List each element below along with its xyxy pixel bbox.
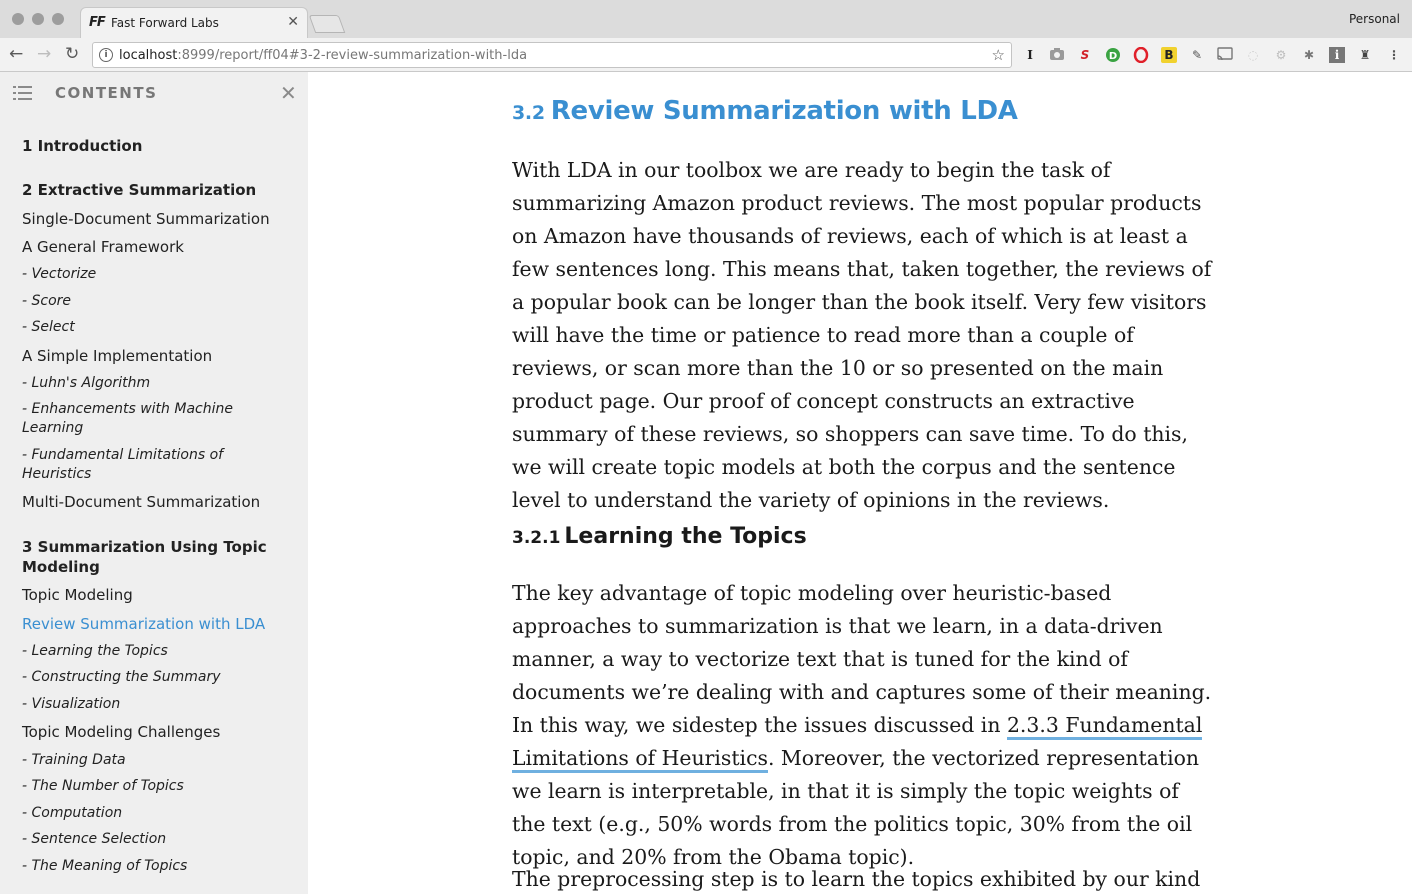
back-arrow-icon[interactable]: ← [9, 44, 23, 64]
toc-item[interactable]: - Computation [22, 804, 292, 823]
toc-item[interactable]: A Simple Implementation [22, 346, 292, 366]
toc-item[interactable]: - The Meaning of Topics [22, 857, 292, 876]
d-extension-icon[interactable]: D [1105, 47, 1121, 63]
profile-button[interactable]: Personal [1349, 12, 1400, 26]
close-icon[interactable]: ✕ [280, 81, 297, 105]
url-text[interactable]: localhost:8999/report/ff04#3-2-review-su… [119, 48, 527, 63]
toc-item[interactable]: Topic Modeling Challenges [22, 722, 292, 742]
site-info-icon[interactable]: i [99, 48, 113, 62]
toc-item[interactable]: Single-Document Summarization [22, 209, 292, 229]
puzzle-extension-icon[interactable]: ♜ [1357, 47, 1373, 63]
toc-item[interactable]: - Visualization [22, 695, 292, 714]
toc-item[interactable]: - Training Data [22, 751, 292, 770]
tab-close-icon[interactable]: ✕ [287, 14, 299, 30]
bug-extension-icon[interactable]: ✱ [1301, 47, 1317, 63]
toc-item[interactable]: Multi-Document Summarization [22, 492, 292, 512]
paragraph: With LDA in our toolbox we are ready to … [512, 158, 1212, 512]
section-number: 3.2 [512, 102, 545, 124]
toc-heading: CONTENTS [55, 84, 158, 102]
camera-extension-icon[interactable] [1049, 47, 1065, 63]
zoom-window-button[interactable] [52, 13, 64, 25]
b-extension-icon[interactable]: B [1161, 47, 1177, 63]
address-bar[interactable]: i localhost:8999/report/ff04#3-2-review-… [92, 42, 1012, 68]
toc-item[interactable]: - Luhn's Algorithm [22, 374, 292, 393]
s-extension-icon[interactable]: S [1077, 47, 1093, 63]
subsection-heading: 3.2.1 Learning the Topics [512, 524, 807, 549]
section-heading: 3.2 Review Summarization with LDA [512, 96, 1018, 126]
paragraph: The key advantage of topic modeling over… [512, 581, 1212, 869]
reload-icon[interactable]: ↻ [65, 44, 79, 64]
toc-list-icon[interactable] [13, 86, 32, 100]
favicon-icon: FF [89, 15, 106, 30]
toc-item[interactable]: - Constructing the Summary [22, 668, 292, 687]
toc-item[interactable]: A General Framework [22, 237, 292, 257]
bookmark-star-icon[interactable]: ☆ [992, 46, 1005, 64]
browser-titlebar: FF Fast Forward Labs ✕ Personal [0, 0, 1412, 38]
browser-tab[interactable]: FF Fast Forward Labs ✕ [80, 7, 308, 38]
toc-item[interactable]: 2 Extractive Summarization [22, 180, 292, 200]
browser-toolbar: ← → ↻ i localhost:8999/report/ff04#3-2-r… [0, 38, 1412, 72]
toc-item[interactable]: - Score [22, 292, 292, 311]
instapaper-extension-icon[interactable]: I [1022, 47, 1038, 63]
toc-item[interactable]: - Sentence Selection [22, 830, 292, 849]
circle-extension-icon[interactable]: ◌ [1245, 47, 1261, 63]
paragraph: The preprocessing step is to learn the t… [512, 867, 1201, 891]
toc-item[interactable]: - The Number of Topics [22, 777, 292, 796]
opera-extension-icon[interactable] [1133, 46, 1149, 64]
close-window-button[interactable] [12, 13, 24, 25]
new-tab-button[interactable] [308, 15, 346, 33]
pin-extension-icon[interactable]: ✎ [1189, 47, 1205, 63]
minimize-window-button[interactable] [32, 13, 44, 25]
section-title: Review Summarization with LDA [550, 96, 1018, 126]
toc-item[interactable]: - Vectorize [22, 265, 292, 284]
toc-item[interactable]: - Learning the Topics [22, 642, 292, 661]
forward-arrow-icon[interactable]: → [37, 44, 51, 64]
menu-kebab-icon[interactable]: ⋮ [1386, 47, 1402, 63]
toc-item[interactable]: - Fundamental Limitations of Heuristics [22, 446, 252, 484]
toc-item[interactable]: - Select [22, 318, 292, 337]
subsection-title: Learning the Topics [564, 524, 807, 549]
toc-sidebar: CONTENTS ✕ 1 Introduction 2 Extractive S… [0, 72, 308, 894]
info-extension-icon[interactable]: i [1329, 47, 1345, 63]
tab-title: Fast Forward Labs [111, 16, 219, 30]
toc-item[interactable]: 3 Summarization Using Topic Modeling [22, 537, 272, 577]
toc-item[interactable]: - Enhancements with Machine Learning [22, 400, 252, 438]
report-content: 3.2 Review Summarization with LDA With LD… [308, 72, 1412, 894]
subsection-number: 3.2.1 [512, 528, 561, 548]
toc-item[interactable]: Topic Modeling [22, 585, 292, 605]
cast-icon[interactable] [1217, 47, 1233, 63]
toc-item[interactable]: 1 Introduction [22, 136, 292, 156]
toc-item-active[interactable]: Review Summarization with LDA [22, 614, 292, 634]
gear-extension-icon[interactable]: ⚙ [1273, 47, 1289, 63]
svg-text:D: D [1109, 51, 1117, 62]
